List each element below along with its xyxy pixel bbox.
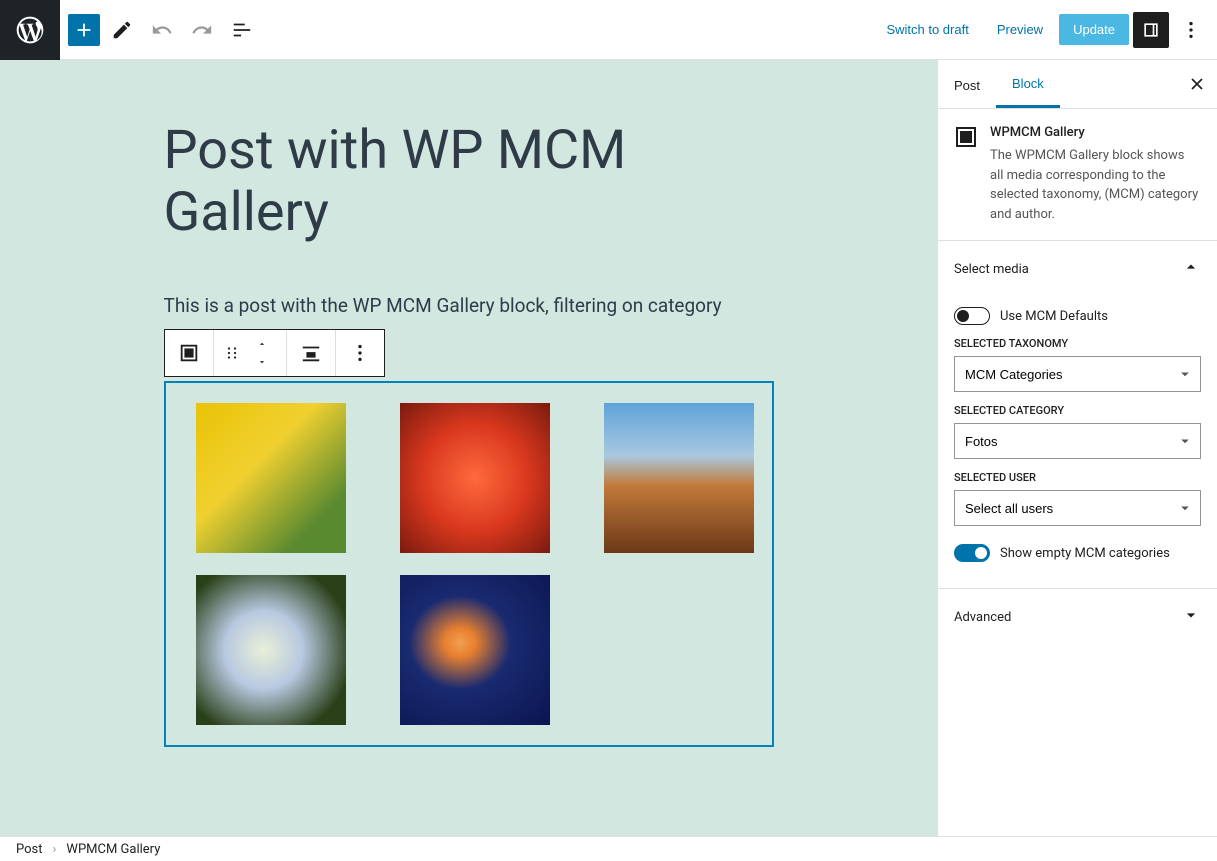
block-breadcrumb: Post › WPMCM Gallery [0, 836, 1217, 861]
wpmcm-gallery-block[interactable] [164, 381, 774, 747]
show-empty-categories-toggle[interactable] [954, 544, 990, 562]
breadcrumb-root[interactable]: Post [16, 842, 43, 857]
select-media-heading: Select media [954, 262, 1029, 277]
block-type-icon [954, 125, 978, 149]
advanced-heading: Advanced [954, 610, 1011, 625]
add-block-button[interactable] [68, 14, 100, 46]
redo-button[interactable] [184, 12, 220, 48]
undo-button[interactable] [144, 12, 180, 48]
block-type-icon[interactable] [171, 335, 207, 371]
selected-user-select[interactable]: Select all users [954, 490, 1201, 526]
close-settings-button[interactable] [1177, 60, 1217, 108]
switch-to-draft-button[interactable]: Switch to draft [874, 14, 980, 45]
gallery-image [604, 403, 754, 553]
settings-sidebar-toggle[interactable] [1133, 12, 1169, 48]
select-media-section-toggle[interactable]: Select media [954, 241, 1201, 297]
document-overview-button[interactable] [224, 12, 260, 48]
selected-taxonomy-label: SELECTED TAXONOMY [954, 337, 1201, 350]
tab-post[interactable]: Post [938, 60, 996, 108]
block-toolbar [164, 329, 385, 377]
use-mcm-defaults-toggle[interactable] [954, 307, 990, 325]
tools-button[interactable] [104, 12, 140, 48]
preview-button[interactable]: Preview [985, 14, 1055, 45]
settings-sidebar: Post Block WPMCM Gallery The WPMCM Galle… [937, 60, 1217, 836]
selected-category-label: SELECTED CATEGORY [954, 404, 1201, 417]
gallery-image [400, 403, 550, 553]
chevron-up-icon [1181, 257, 1201, 281]
use-mcm-defaults-label: Use MCM Defaults [1000, 309, 1108, 324]
chevron-right-icon: › [53, 842, 57, 857]
drag-handle-icon[interactable] [220, 335, 244, 371]
move-down-button[interactable] [244, 353, 280, 371]
selected-user-label: SELECTED USER [954, 471, 1201, 484]
advanced-section-toggle[interactable]: Advanced [954, 589, 1201, 645]
post-title[interactable]: Post with WP MCM Gallery [164, 120, 774, 244]
show-empty-categories-label: Show empty MCM categories [1000, 546, 1170, 561]
gallery-image [196, 403, 346, 553]
breadcrumb-current[interactable]: WPMCM Gallery [66, 842, 160, 857]
update-button[interactable]: Update [1059, 14, 1129, 45]
selected-taxonomy-select[interactable]: MCM Categories [954, 356, 1201, 392]
post-paragraph[interactable]: This is a post with the WP MCM Gallery b… [164, 294, 774, 317]
block-title: WPMCM Gallery [990, 125, 1201, 140]
editor-canvas[interactable]: Post with WP MCM Gallery This is a post … [0, 60, 937, 836]
selected-category-select[interactable]: Fotos [954, 423, 1201, 459]
chevron-down-icon [1181, 605, 1201, 629]
gallery-image [400, 575, 550, 725]
tab-block[interactable]: Block [996, 60, 1060, 108]
move-up-button[interactable] [244, 335, 280, 353]
gallery-image [196, 575, 346, 725]
wordpress-logo[interactable] [0, 0, 60, 60]
block-more-options-button[interactable] [342, 335, 378, 371]
more-options-button[interactable] [1173, 12, 1209, 48]
block-description: The WPMCM Gallery block shows all media … [990, 146, 1201, 224]
editor-top-bar: Switch to draft Preview Update [0, 0, 1217, 60]
align-button[interactable] [293, 335, 329, 371]
